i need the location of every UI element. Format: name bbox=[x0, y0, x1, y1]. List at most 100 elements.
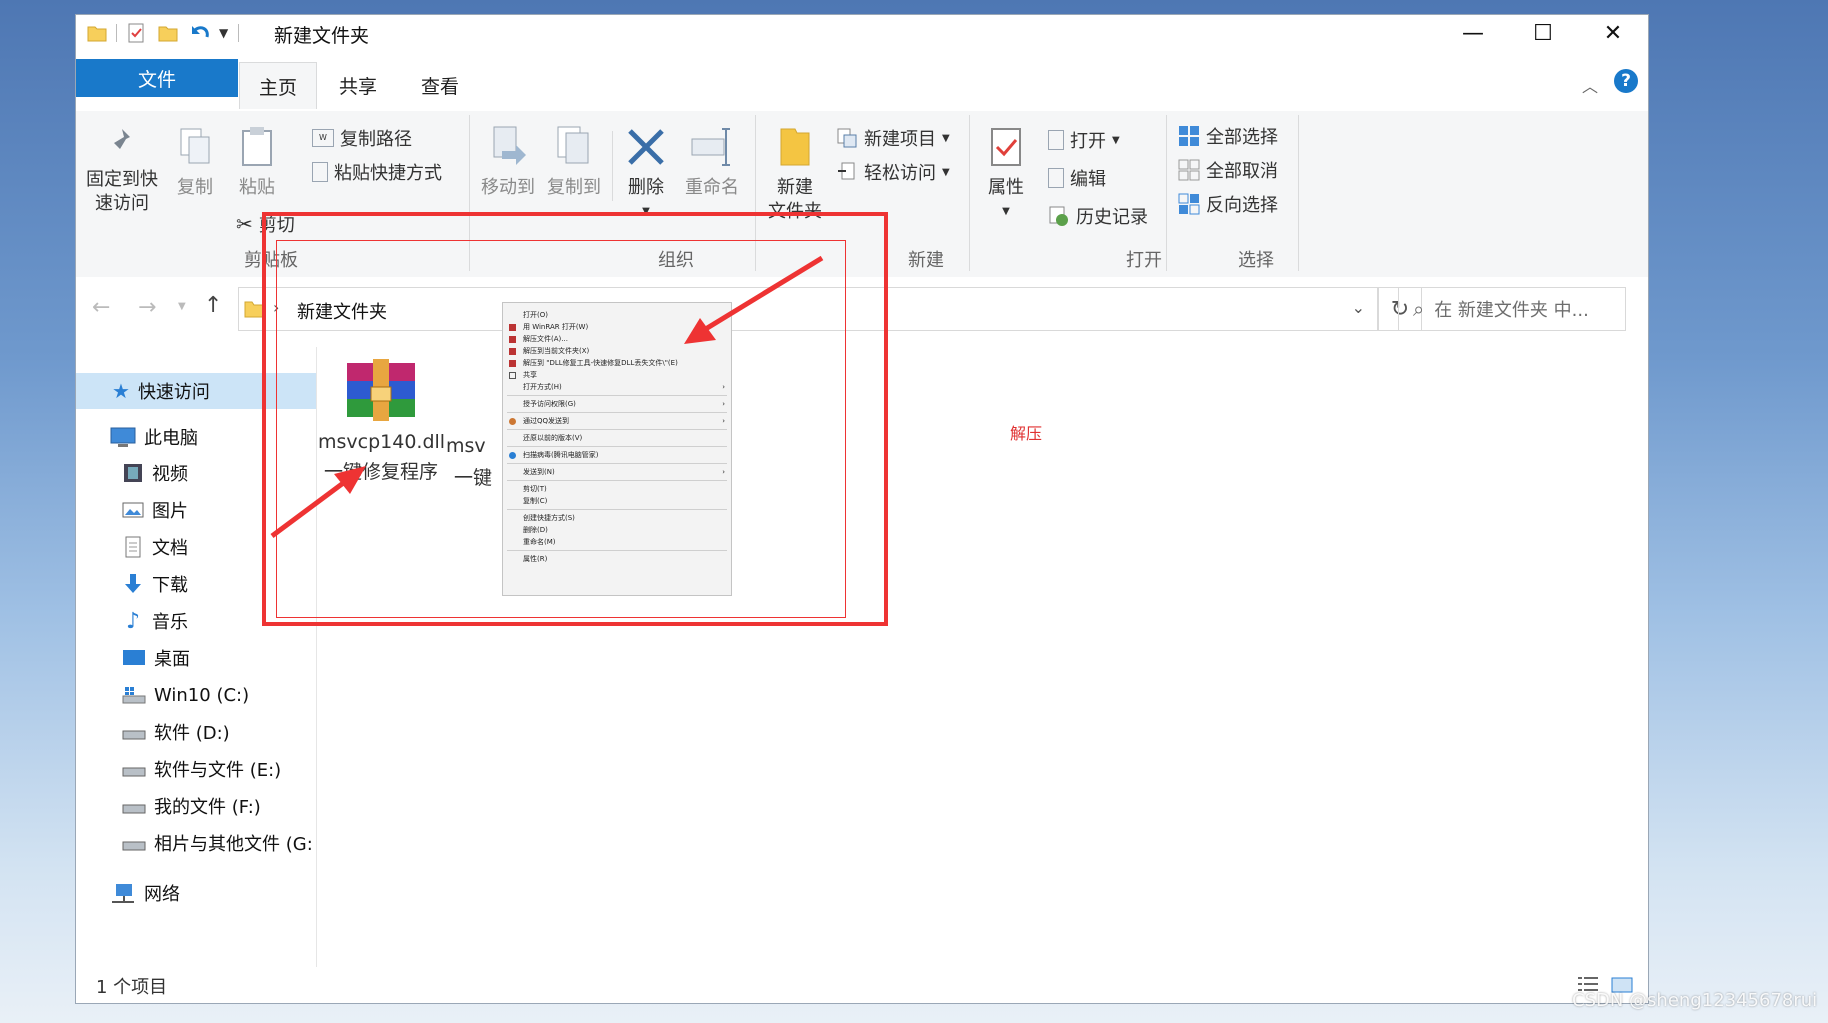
easy-access-dropdown-icon: ▼ bbox=[942, 166, 950, 178]
new-item-button[interactable]: 新建项目 ▼ bbox=[836, 125, 950, 151]
nav-quick-access-label: 快速访问 bbox=[137, 382, 210, 403]
drive-icon bbox=[122, 767, 146, 777]
delete-x-icon bbox=[628, 129, 664, 165]
move-to-button[interactable]: 移动到 bbox=[476, 125, 540, 200]
nav-item-drive-e[interactable]: 软件与文件 (E:) bbox=[76, 753, 281, 785]
nav-item-documents[interactable]: 文档 bbox=[76, 531, 188, 563]
window-title: 新建文件夹 bbox=[274, 25, 370, 47]
nav-item-label: 相片与其他文件 (G: bbox=[154, 834, 313, 855]
recent-locations-chevron-icon[interactable]: ▼ bbox=[178, 301, 186, 312]
copy-button[interactable]: 复制 bbox=[170, 125, 220, 200]
easy-access-button[interactable]: 轻松访问 ▼ bbox=[836, 159, 950, 185]
highlight-box-inner bbox=[276, 240, 846, 618]
nav-item-videos[interactable]: 视频 bbox=[76, 457, 188, 489]
group-label-new: 新建 bbox=[908, 250, 944, 271]
select-none-icon bbox=[1178, 159, 1200, 181]
properties-dropdown-icon[interactable]: ▼ bbox=[976, 200, 1036, 224]
item-count: 1 个项目 bbox=[96, 977, 168, 998]
search-icon: ⌕ bbox=[1413, 297, 1425, 321]
up-arrow-icon[interactable]: ↑ bbox=[204, 293, 222, 318]
open-button[interactable]: 打开 ▼ bbox=[1048, 127, 1120, 153]
ribbon-tabs: 文件 主页 共享 查看 ︿ ? bbox=[76, 59, 1648, 112]
nav-network-label: 网络 bbox=[144, 884, 180, 905]
new-folder-button[interactable]: 新建 文件夹 bbox=[762, 125, 828, 224]
nav-item-label: 软件 (D:) bbox=[154, 723, 230, 744]
copy-label: 复制 bbox=[177, 177, 213, 198]
collapse-ribbon-icon[interactable]: ︿ bbox=[1582, 73, 1598, 97]
desktop-icon bbox=[123, 650, 145, 665]
nav-item-music[interactable]: ♪ 音乐 bbox=[76, 605, 188, 637]
select-none-button[interactable]: 全部取消 bbox=[1178, 157, 1278, 183]
new-item-label: 新建项目 bbox=[864, 129, 936, 150]
open-label: 打开 bbox=[1070, 131, 1106, 152]
edit-button[interactable]: 编辑 bbox=[1048, 165, 1106, 191]
video-icon bbox=[124, 464, 142, 482]
paste-shortcut-icon bbox=[312, 162, 328, 182]
nav-item-drive-f[interactable]: 我的文件 (F:) bbox=[76, 790, 261, 822]
select-none-label: 全部取消 bbox=[1206, 161, 1278, 182]
new-folder-label-line1: 新建 bbox=[777, 177, 813, 198]
tab-home[interactable]: 主页 bbox=[239, 62, 317, 109]
tab-share[interactable]: 共享 bbox=[320, 62, 396, 108]
pin-icon bbox=[110, 129, 130, 153]
customize-toolbar-chevron-icon[interactable]: ▼ bbox=[219, 26, 228, 40]
nav-item-drive-d[interactable]: 软件 (D:) bbox=[76, 716, 230, 748]
search-placeholder: 在 新建文件夹 中... bbox=[1434, 300, 1589, 321]
pin-quick-access-button[interactable]: 固定到快 速访问 bbox=[84, 125, 160, 216]
paste-shortcut-button[interactable]: 粘贴快捷方式 bbox=[312, 159, 442, 185]
rename-button[interactable]: 重命名 bbox=[680, 125, 744, 200]
copy-to-button[interactable]: 复制到 bbox=[542, 125, 606, 200]
undo-icon[interactable] bbox=[189, 22, 211, 44]
address-dropdown-chevron-icon[interactable]: ⌄ bbox=[1352, 298, 1365, 317]
nav-item-label: 桌面 bbox=[154, 649, 190, 670]
history-button[interactable]: 历史记录 bbox=[1048, 203, 1148, 229]
nav-item-drive-c[interactable]: Win10 (C:) bbox=[76, 679, 249, 711]
new-folder-icon[interactable] bbox=[157, 22, 179, 44]
history-icon bbox=[1049, 206, 1068, 226]
nav-item-desktop[interactable]: 桌面 bbox=[76, 642, 190, 674]
invert-selection-button[interactable]: 反向选择 bbox=[1178, 191, 1278, 217]
desktop-edge bbox=[0, 0, 16, 1023]
pin-label-line2: 速访问 bbox=[95, 193, 149, 214]
paste-button[interactable]: 粘贴 bbox=[232, 125, 282, 200]
delete-label: 删除 bbox=[628, 177, 664, 198]
maximize-button[interactable]: ☐ bbox=[1508, 15, 1578, 51]
nav-item-pictures[interactable]: 图片 bbox=[76, 494, 188, 526]
copy-path-button[interactable]: W 复制路径 bbox=[312, 125, 412, 151]
star-icon: ★ bbox=[112, 379, 130, 403]
minimize-button[interactable]: — bbox=[1438, 15, 1508, 51]
status-bar: 1 个项目 bbox=[76, 967, 1648, 1003]
search-input[interactable]: ⌕ 在 新建文件夹 中... bbox=[1398, 287, 1626, 331]
nav-item-downloads[interactable]: 下载 bbox=[76, 568, 188, 600]
properties-icon[interactable] bbox=[125, 22, 147, 44]
nav-item-label: 软件与文件 (E:) bbox=[154, 760, 282, 781]
open-icon bbox=[1048, 130, 1064, 150]
nav-this-pc[interactable]: 此电脑 bbox=[76, 421, 198, 453]
select-all-button[interactable]: 全部选择 bbox=[1178, 123, 1278, 149]
nav-network[interactable]: 网络 bbox=[76, 877, 180, 909]
network-icon bbox=[112, 884, 134, 903]
delete-button[interactable]: 删除 ▼ bbox=[618, 125, 674, 224]
new-item-dropdown-icon: ▼ bbox=[942, 132, 950, 144]
tab-file[interactable]: 文件 bbox=[76, 59, 238, 97]
divider bbox=[969, 115, 970, 271]
properties-check-icon bbox=[991, 128, 1021, 166]
nav-item-label: 下载 bbox=[152, 575, 188, 596]
tab-view[interactable]: 查看 bbox=[402, 62, 478, 108]
close-button[interactable]: ✕ bbox=[1578, 15, 1648, 51]
properties-button[interactable]: 属性 ▼ bbox=[976, 125, 1036, 224]
folder-icon[interactable] bbox=[86, 22, 108, 44]
paste-shortcut-label: 粘贴快捷方式 bbox=[334, 163, 442, 184]
back-arrow-icon[interactable]: ← bbox=[92, 295, 110, 320]
open-dropdown-icon: ▼ bbox=[1112, 134, 1120, 146]
quick-access-toolbar: ▼ bbox=[86, 21, 240, 45]
easy-access-label: 轻松访问 bbox=[864, 163, 936, 184]
nav-item-drive-g[interactable]: 相片与其他文件 (G: bbox=[76, 827, 313, 859]
edit-icon bbox=[1048, 168, 1064, 188]
new-item-icon bbox=[837, 128, 857, 148]
forward-arrow-icon[interactable]: → bbox=[138, 295, 156, 320]
nav-item-label: 图片 bbox=[152, 501, 188, 522]
help-icon[interactable]: ? bbox=[1614, 69, 1638, 93]
extract-annotation: 解压 bbox=[1010, 424, 1043, 443]
rename-label: 重命名 bbox=[685, 177, 739, 198]
